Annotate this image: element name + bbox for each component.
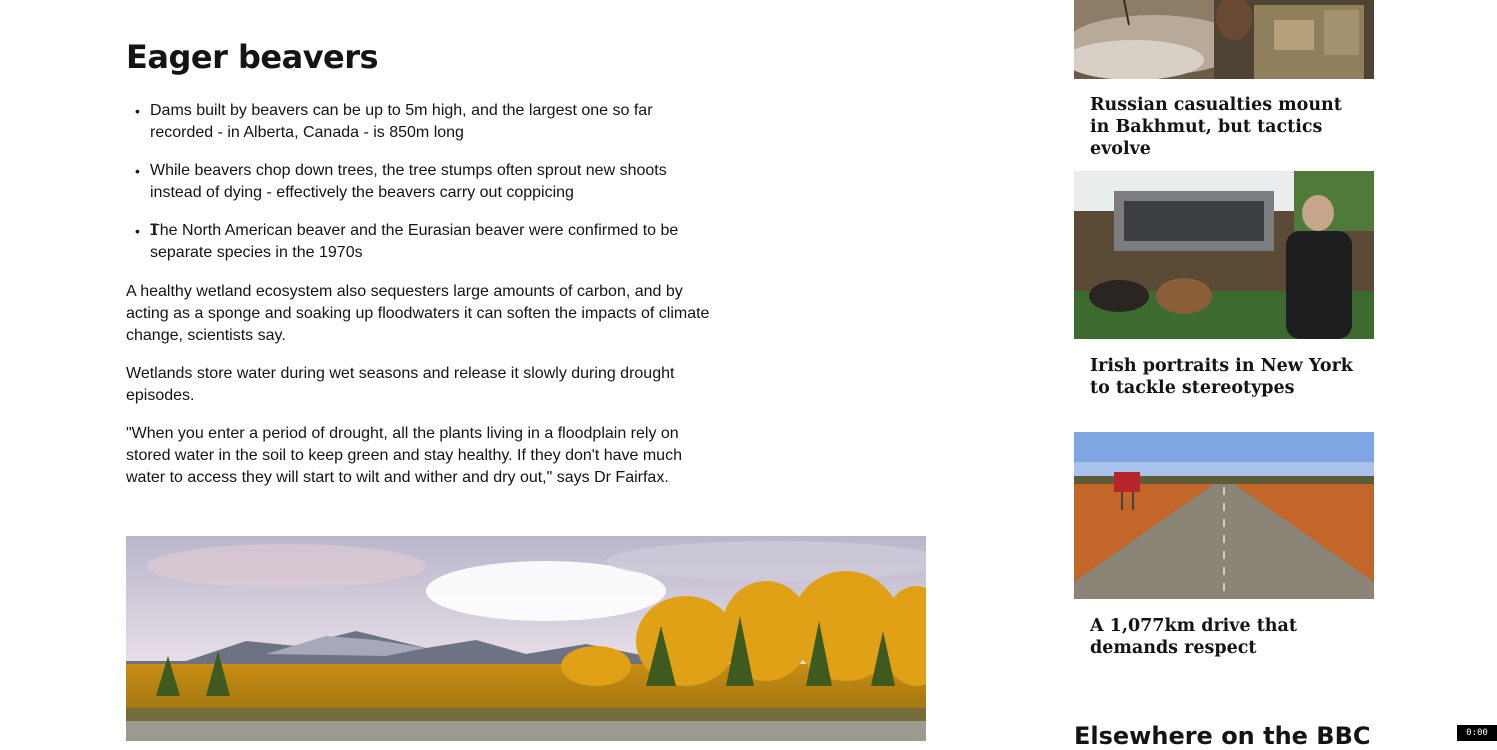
bakhmut-soldiers-image[interactable] <box>1074 0 1374 79</box>
paragraph: Wetlands store water during wet seasons … <box>126 365 675 404</box>
card-title[interactable]: Russian casualties mount in Bakhmut, but… <box>1090 94 1360 160</box>
paragraph: A healthy wetland ecosystem also sequest… <box>126 283 710 344</box>
section-heading: Eager beavers <box>126 38 379 76</box>
elsewhere-heading: Elsewhere on the BBC <box>1074 722 1371 750</box>
wetland-landscape-image <box>126 536 926 741</box>
paragraph: "When you enter a period of drought, all… <box>126 425 682 486</box>
list-item: Dams built by beavers can be up to 5m hi… <box>135 100 710 144</box>
list-item: The North American beaver and the Eurasi… <box>135 220 710 264</box>
facts-list: Dams built by beavers can be up to 5m hi… <box>126 100 710 280</box>
text-cursor-icon: I <box>149 220 159 239</box>
card-title[interactable]: Irish portraits in New York to tackle st… <box>1090 355 1360 399</box>
list-item: While beavers chop down trees, the tree … <box>135 160 710 204</box>
card-title[interactable]: A 1,077km drive that demands respect <box>1090 615 1360 659</box>
irish-portraits-image[interactable] <box>1074 171 1374 339</box>
outback-road-image[interactable] <box>1074 432 1374 599</box>
gif-timer: 0:00 <box>1457 725 1497 741</box>
